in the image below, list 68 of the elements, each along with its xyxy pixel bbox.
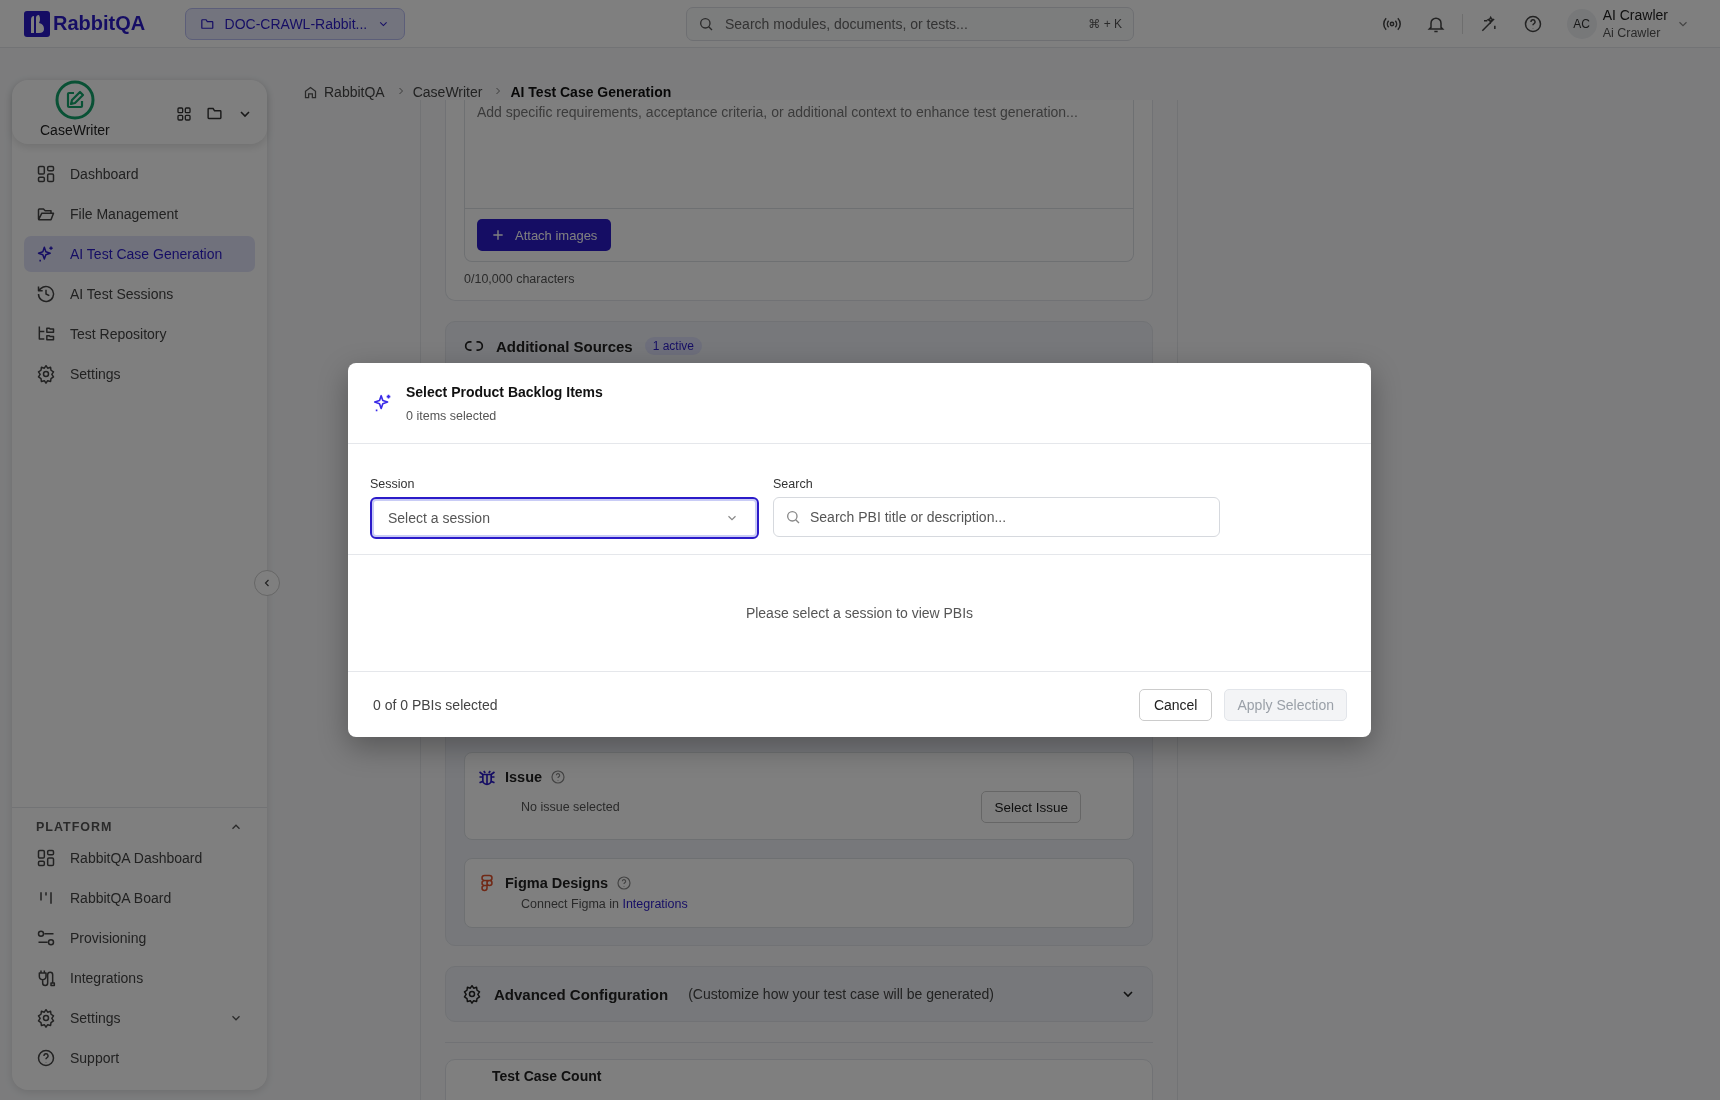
sliders-icon bbox=[36, 928, 56, 948]
section-hint: (Customize how your test case will be generated) bbox=[688, 986, 994, 1002]
search-icon bbox=[785, 509, 801, 525]
gear-icon bbox=[462, 984, 482, 1004]
section-title: Advanced Configuration bbox=[494, 985, 669, 1003]
field-label: Search bbox=[773, 477, 814, 491]
user-avatar[interactable]: AC bbox=[1566, 8, 1597, 39]
sidebar-item[interactable]: Integrations bbox=[24, 960, 255, 996]
search-icon bbox=[698, 15, 714, 32]
sidebar-item[interactable]: Settings bbox=[24, 1000, 255, 1036]
shortcut-hint: ⌘ + K bbox=[1088, 16, 1122, 31]
help-icon bbox=[36, 1048, 56, 1068]
home-icon[interactable] bbox=[303, 85, 318, 100]
figma-hint: Connect Figma in Integrations bbox=[521, 897, 688, 911]
session-select[interactable]: Select a session bbox=[370, 497, 759, 539]
plus-icon bbox=[491, 228, 505, 242]
context-textarea[interactable]: Add specific requirements, acceptance criteria, or additional context to enhance test generation... Attach images bbox=[464, 100, 1134, 262]
section-title: Additional Sources bbox=[496, 337, 633, 355]
breadcrumb-item[interactable]: CaseWriter bbox=[412, 84, 483, 100]
breadcrumb-item: AI Test Case Generation bbox=[510, 84, 672, 100]
sidebar-item[interactable]: RabbitQA Board bbox=[24, 880, 255, 916]
breadcrumb-item[interactable]: RabbitQA bbox=[324, 84, 385, 100]
project-selector[interactable]: DOC-CRAWL-Rabbit... bbox=[185, 7, 405, 40]
user-name: AI Crawler bbox=[1602, 7, 1668, 23]
sidebar-item[interactable]: File Management bbox=[24, 196, 255, 232]
app-name: RabbitQA bbox=[53, 12, 146, 35]
user-subtitle: Ai Crawler bbox=[1602, 26, 1662, 40]
sidebar-item[interactable]: Support bbox=[24, 1040, 255, 1076]
gear-icon bbox=[36, 1008, 56, 1028]
select-issue-button[interactable]: Select Issue bbox=[981, 791, 1081, 823]
section-heading: PLATFORM bbox=[36, 820, 113, 834]
issue-status: No issue selected bbox=[521, 800, 620, 814]
sidebar-item[interactable]: RabbitQA Dashboard bbox=[24, 840, 255, 876]
attach-images-button[interactable]: Attach images bbox=[477, 219, 612, 251]
help-icon[interactable] bbox=[616, 875, 633, 891]
section-title: Test Case Count bbox=[492, 1068, 602, 1084]
dialog-title: Select Product Backlog Items bbox=[406, 383, 603, 400]
folder-icon[interactable] bbox=[206, 105, 223, 122]
sidebar-item[interactable]: Settings bbox=[24, 356, 255, 392]
integrations-link[interactable]: Integrations bbox=[622, 897, 688, 911]
field-label: Session bbox=[370, 477, 416, 491]
gear-icon bbox=[36, 364, 56, 384]
advanced-configuration-panel[interactable]: Advanced Configuration (Customize how your test case will be generated) bbox=[445, 966, 1153, 1022]
sidebar-item[interactable]: Test Repository bbox=[24, 316, 255, 352]
sidebar-item[interactable]: Provisioning bbox=[24, 920, 255, 956]
sidebar-item[interactable]: Dashboard bbox=[24, 156, 255, 192]
grid-icon[interactable] bbox=[176, 105, 192, 122]
cancel-button[interactable]: Cancel bbox=[1138, 688, 1213, 721]
active-count-badge: 1 active bbox=[644, 337, 703, 355]
plug-icon bbox=[36, 968, 56, 988]
selection-count: 0 of 0 PBIs selected bbox=[373, 696, 498, 713]
source-title: Issue bbox=[505, 769, 543, 785]
tree-icon bbox=[36, 324, 56, 344]
character-count: 0/10,000 characters bbox=[464, 272, 576, 286]
history-icon bbox=[36, 284, 56, 304]
dashboard-icon bbox=[36, 164, 56, 184]
dialog-subtitle: 0 items selected bbox=[406, 408, 498, 423]
source-title: Figma Designs bbox=[505, 875, 609, 891]
help-icon[interactable] bbox=[1522, 13, 1543, 34]
dashboard-icon bbox=[36, 848, 56, 868]
empty-state-message: Please select a session to view PBIs bbox=[745, 605, 974, 621]
sidebar-item[interactable]: AI Test Sessions bbox=[24, 276, 255, 312]
module-name: CaseWriter bbox=[40, 122, 110, 138]
help-icon[interactable] bbox=[550, 769, 567, 785]
pbi-search-field[interactable]: Search PBI title or description... bbox=[773, 497, 1220, 537]
sidebar-item[interactable]: AI Test Case Generation bbox=[24, 236, 255, 272]
rabbit-logo-icon bbox=[24, 10, 50, 37]
sparkle-icon bbox=[36, 244, 56, 264]
